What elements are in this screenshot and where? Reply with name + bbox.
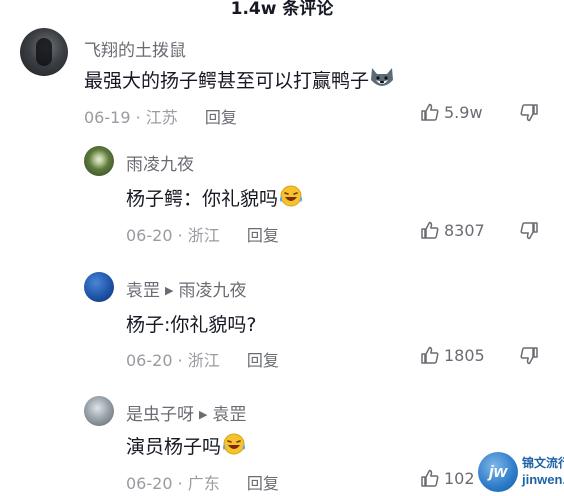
comment-date: 06-20 (126, 474, 173, 493)
watermark-site-name: 锦文流行语 (522, 456, 564, 470)
thumbs-down-icon (520, 347, 538, 365)
reply-button[interactable]: 回复 (247, 351, 279, 370)
dislike-button[interactable] (519, 221, 539, 245)
comment-date: 06-20 (126, 226, 173, 245)
reply-arrow-icon: ▶ (165, 284, 174, 297)
comment-username[interactable]: 飞翔的土拨鼠 (84, 36, 186, 61)
comment-text: 最强大的扬子鳄甚至可以打赢鸭子 (84, 66, 395, 95)
comment-text-body: 杨子鳄：你礼貌吗 (126, 188, 279, 210)
thumbs-up-icon (421, 469, 439, 487)
like-count: 5.9w (444, 102, 483, 122)
comment-location: 广东 (187, 474, 220, 493)
comment-location: 浙江 (187, 351, 220, 370)
meta-separator: · (177, 351, 183, 370)
thumbs-up-icon (421, 103, 439, 121)
watermark-site-url: jinwen.net (522, 472, 564, 487)
comment-meta: 06-20 · 广东 回复 (126, 470, 279, 494)
like-count: 8307 (444, 220, 485, 240)
comment-location: 江苏 (145, 108, 178, 127)
comment-username: 袁罡 ▶ 雨凌九夜 (126, 276, 246, 301)
husky-dog-emoji-icon (369, 66, 395, 95)
like-button[interactable]: 5.9w (420, 102, 483, 122)
reply-target-user[interactable]: 袁罡 (212, 405, 246, 425)
comment-meta: 06-20 · 浙江 回复 (126, 222, 279, 246)
like-count: 102 (444, 468, 475, 488)
reply-button[interactable]: 回复 (247, 226, 279, 245)
meta-separator: · (177, 474, 183, 493)
dislike-button[interactable] (519, 103, 539, 127)
watermark-logo: jw (478, 452, 518, 492)
comment-text: 演员杨子吗 (126, 432, 247, 461)
comment-text-body: 演员杨子吗 (126, 436, 222, 458)
reply-author[interactable]: 袁罡 (126, 281, 160, 301)
avatar[interactable] (84, 272, 114, 302)
dislike-button[interactable] (519, 346, 539, 370)
laughing-tears-emoji-icon (278, 184, 304, 213)
thumbs-down-icon (520, 222, 538, 240)
reply-target-user[interactable]: 雨凌九夜 (178, 281, 246, 301)
thumbs-up-icon (421, 221, 439, 239)
reply-author[interactable]: 是虫子呀 (126, 405, 194, 425)
like-button[interactable]: 8307 (420, 220, 485, 240)
comment-text: 杨子鳄：你礼貌吗 (126, 184, 304, 213)
comment-meta: 06-19 · 江苏 回复 (84, 104, 237, 128)
like-button[interactable]: 1805 (420, 345, 485, 365)
reply-button[interactable]: 回复 (205, 108, 237, 127)
like-button[interactable]: 102 (420, 468, 475, 488)
thumbs-up-icon (421, 346, 439, 364)
site-watermark: jw 锦文流行语 jinwen.net (478, 446, 564, 496)
comment-meta: 06-20 · 浙江 回复 (126, 347, 279, 371)
comment-date: 06-19 (84, 108, 131, 127)
like-count: 1805 (444, 345, 485, 365)
meta-separator: · (135, 108, 141, 127)
comment-text-body: 最强大的扬子鳄甚至可以打赢鸭子 (84, 70, 370, 92)
reply-button[interactable]: 回复 (247, 474, 279, 493)
comment-count-title: 1.4w 条评论 (230, 0, 334, 19)
thumbs-down-icon (520, 104, 538, 122)
laughing-tears-emoji-icon (221, 432, 247, 461)
avatar[interactable] (84, 146, 114, 176)
comment-text: 杨子:你礼貌吗? (126, 314, 257, 336)
avatar[interactable] (20, 28, 68, 76)
meta-separator: · (177, 226, 183, 245)
avatar[interactable] (84, 396, 114, 426)
comment-location: 浙江 (187, 226, 220, 245)
comment-username[interactable]: 雨凌九夜 (126, 150, 194, 175)
comment-date: 06-20 (126, 351, 173, 370)
reply-arrow-icon: ▶ (199, 408, 208, 421)
comment-username: 是虫子呀 ▶ 袁罡 (126, 400, 246, 425)
